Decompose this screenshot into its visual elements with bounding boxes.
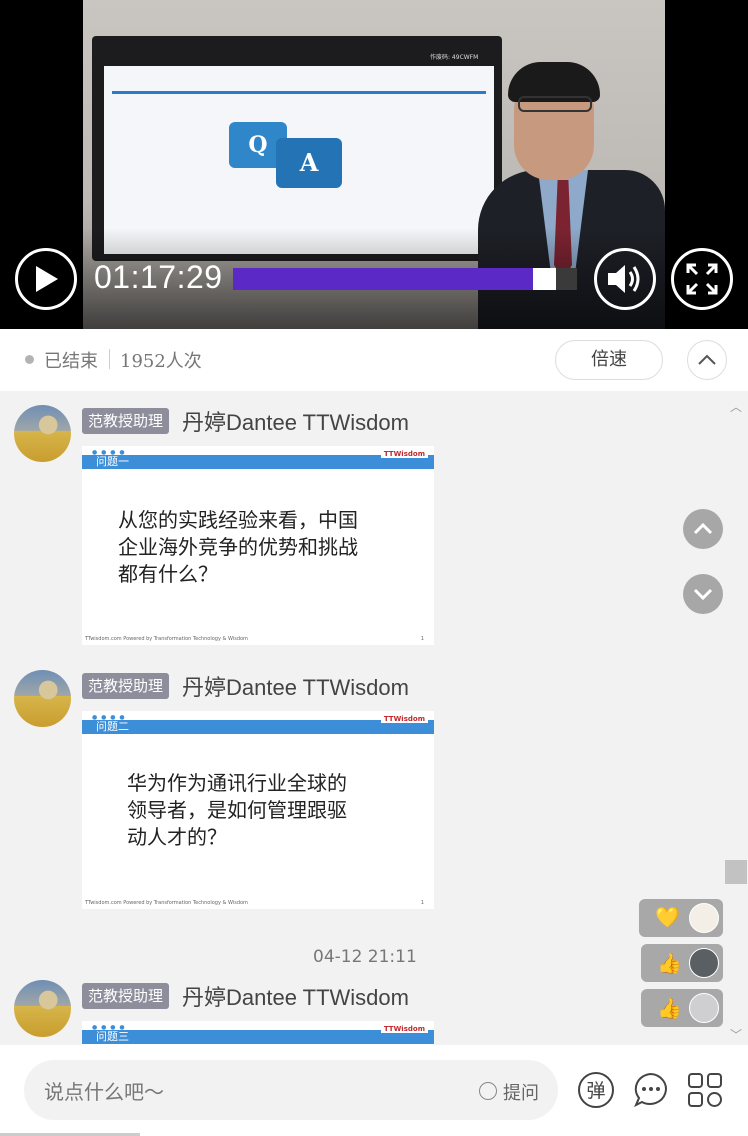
speed-button[interactable]: 倍速 [555,340,663,380]
comment-placeholder[interactable]: 说点什么吧～ [44,1076,164,1105]
reaction-avatar [689,903,719,933]
slide-footer: TTwisdom.com Powered by Transformation T… [85,636,248,642]
play-button[interactable] [15,248,77,310]
scroll-down-icon[interactable]: ﹀ [730,1026,742,1043]
slide-image[interactable]: ● ● ● ● 问题一 TTWisdom 从您的实践经验来看，中国 企业海外竞争… [82,446,434,645]
author-name: 丹婷Dantee TTWisdom [182,985,409,1010]
jump-up-button[interactable] [683,509,723,549]
tv-screen-bar [112,91,486,94]
avatar[interactable] [14,670,71,727]
progress-fill [233,268,533,290]
grid-icon [688,1073,722,1107]
fullscreen-button[interactable] [671,248,733,310]
slide-text: 从您的实践经验来看，中国 企业海外竞争的优势和挑战 都有什么？ [118,508,358,586]
slide-footer: TTwisdom.com Powered by Transformation T… [85,900,248,906]
chevron-up-icon [693,523,713,535]
avatar[interactable] [14,980,71,1037]
heart-icon: 💛 [655,905,680,929]
message-timestamp: 04-12 21:11 [313,947,417,967]
danmaku-icon: 弹 [578,1072,614,1108]
slide-image[interactable]: ● ● ● ● 问题三 TTWisdom [82,1021,434,1045]
volume-button[interactable] [594,248,656,310]
reaction-item: 👍 [641,989,723,1027]
play-icon [36,266,58,292]
slide-page: 1 [420,636,424,642]
video-player[interactable]: 作废码: 49CWFM Q A 01:17:29 [0,0,748,329]
ask-label[interactable]: 提问 [503,1079,539,1105]
divider [109,349,110,369]
role-tag: 范教授助理 [82,673,170,699]
chevron-up-icon [698,354,716,365]
speaker-icon [608,265,640,293]
author-name: 丹婷Dantee TTWisdom [182,675,409,700]
viewer-count: 1952人次 [120,351,202,372]
fullscreen-icon [686,263,718,295]
danmaku-button[interactable]: 弹 [577,1071,615,1109]
slide-logo: TTWisdom [380,450,428,458]
slide-page: 1 [420,900,424,906]
reaction-item: 💛 [639,899,723,937]
slide-title: 问题二 [96,720,129,733]
thumbs-up-icon: 👍 [657,951,682,975]
scrollbar-thumb[interactable] [725,860,747,884]
reaction-avatar [689,993,719,1023]
slide-image[interactable]: ● ● ● ● 问题二 TTWisdom 华为作为通讯行业全球的 领导者，是如何… [82,711,434,909]
slide-title: 问题三 [96,1030,129,1043]
slide-logo: TTWisdom [380,1025,428,1033]
scrollbar-track[interactable] [724,391,748,1045]
progress-bar[interactable] [233,268,577,290]
chevron-down-icon [693,588,713,600]
chat-bubble-button[interactable] [632,1071,670,1109]
reaction-avatar [689,948,719,978]
role-tag: 范教授助理 [82,983,170,1009]
avatar[interactable] [14,405,71,462]
svg-text:弹: 弹 [586,1080,605,1102]
ask-checkbox[interactable] [479,1082,497,1100]
playback-time: 01:17:29 [94,259,223,295]
slide-logo: TTWisdom [380,715,428,723]
reaction-item: 👍 [641,944,723,982]
jump-down-button[interactable] [683,574,723,614]
collapse-button[interactable] [687,340,727,380]
slide-title: 问题一 [96,455,129,468]
live-status: 已结束 [44,351,98,372]
role-tag: 范教授助理 [82,408,170,434]
chat-bubble-icon [634,1072,667,1108]
thumbs-up-icon: 👍 [657,996,682,1020]
scroll-up-icon[interactable]: ︿ [730,398,742,415]
author-name: 丹婷Dantee TTWisdom [182,410,409,435]
status-dot-icon [25,355,34,364]
a-bubble-icon: A [276,138,342,188]
slide-text: 华为作为通讯行业全球的 领导者，是如何管理跟驱 动人才的？ [127,771,347,849]
progress-handle[interactable] [533,268,556,290]
more-apps-button[interactable] [686,1071,724,1109]
screen-watermark: 作废码: 49CWFM [430,54,479,61]
